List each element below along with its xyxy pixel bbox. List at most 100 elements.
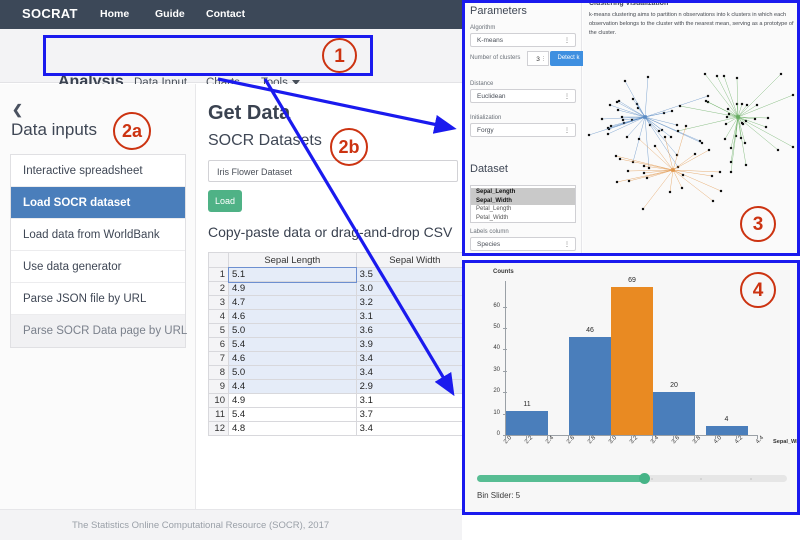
bin-slider[interactable] bbox=[477, 473, 787, 484]
nav-link-home[interactable]: Home bbox=[100, 8, 129, 20]
y-tick-label: 60 bbox=[493, 302, 500, 309]
labels-column-select[interactable]: Species ⋮ bbox=[470, 237, 576, 251]
load-button[interactable]: Load bbox=[208, 190, 242, 212]
chevron-left-icon[interactable]: ❮ bbox=[12, 102, 23, 118]
table-cell[interactable]: 4.8 bbox=[228, 421, 357, 436]
dataset-column-option-0[interactable]: Sepal_Length bbox=[471, 188, 575, 197]
sidebar-item-0[interactable]: Interactive spreadsheet bbox=[11, 155, 185, 187]
dataset-column-option-1[interactable]: Sepal_Width bbox=[471, 196, 575, 206]
visualization-description: k-means clustering aims to partition n o… bbox=[589, 12, 794, 36]
table-body: 1 5.1 3.5 2 4.9 3.0 3 4.7 3.2 4 4.6 3.1 5 5.0 3.6 6 5.4 3… bbox=[208, 266, 462, 436]
bar-value-label: 11 bbox=[523, 401, 531, 409]
table-cell[interactable]: 3.1 bbox=[355, 309, 462, 324]
table-cell[interactable]: 3.7 bbox=[355, 407, 462, 422]
table-cell[interactable]: 5.4 bbox=[228, 337, 357, 352]
row-number: 12 bbox=[208, 421, 229, 436]
y-tick bbox=[503, 349, 507, 351]
slider-tick bbox=[749, 477, 752, 480]
table-cell[interactable]: 3.9 bbox=[355, 337, 462, 352]
table-cell[interactable]: 4.6 bbox=[228, 351, 357, 366]
table-row[interactable]: 3 4.7 3.2 bbox=[208, 295, 462, 310]
sidebar-title: Data inputs bbox=[11, 120, 97, 139]
row-number: 4 bbox=[208, 309, 229, 324]
table-cell[interactable]: 3.4 bbox=[355, 365, 462, 380]
y-axis-title: Counts bbox=[493, 269, 514, 275]
sidebar-item-4[interactable]: Parse JSON file by URL bbox=[11, 283, 185, 315]
table-cell[interactable]: 3.0 bbox=[355, 281, 462, 296]
table-row[interactable]: 6 5.4 3.9 bbox=[208, 337, 462, 352]
dataset-title: Dataset bbox=[470, 163, 508, 175]
histogram-bar[interactable] bbox=[506, 411, 548, 435]
table-cell[interactable]: 4.9 bbox=[228, 281, 357, 296]
page-footer: The Statistics Online Computational Reso… bbox=[0, 509, 462, 540]
distance-select[interactable]: Euclidean ⋮ bbox=[470, 89, 576, 103]
row-number: 11 bbox=[208, 407, 229, 422]
detect-k-button[interactable]: Detect k bbox=[550, 51, 587, 66]
table-cell[interactable]: 4.4 bbox=[228, 379, 357, 394]
y-tick-label: 20 bbox=[493, 388, 500, 395]
bar-value-label: 4 bbox=[724, 416, 729, 424]
row-number: 2 bbox=[208, 281, 229, 296]
table-row[interactable]: 2 4.9 3.0 bbox=[208, 281, 462, 296]
table-cell[interactable]: 5.4 bbox=[228, 407, 357, 422]
table-row[interactable]: 5 5.0 3.6 bbox=[208, 323, 462, 338]
table-cell[interactable]: 4.7 bbox=[228, 295, 357, 310]
table-row[interactable]: 11 5.4 3.7 bbox=[208, 407, 462, 422]
table-cell[interactable]: 3.2 bbox=[355, 295, 462, 310]
nav-link-guide[interactable]: Guide bbox=[155, 8, 185, 20]
visualization-pane: Clustering Visualization k-means cluster… bbox=[583, 3, 797, 253]
table-cell[interactable]: 3.1 bbox=[355, 393, 462, 408]
table-row[interactable]: 12 4.8 3.4 bbox=[208, 421, 462, 436]
clustering-panel: Parameters Algorithm K-means ⋮ Number of … bbox=[462, 0, 800, 256]
sidebar-item-list: Interactive spreadsheet Load SOCR dataset… bbox=[10, 154, 187, 348]
clusters-stepper[interactable]: 3 ⋮ bbox=[527, 51, 549, 66]
dataset-column-list[interactable]: Sepal_Length Sepal_Width Petal_Length Petal… bbox=[470, 185, 576, 223]
algorithm-select[interactable]: K-means ⋮ bbox=[470, 33, 576, 47]
dataset-column-option-3[interactable]: Petal_Width bbox=[471, 214, 575, 223]
select-arrow-icon: ⋮ bbox=[564, 38, 570, 44]
brand-logo[interactable]: SOCRAT bbox=[22, 6, 78, 21]
table-cell[interactable]: 5.0 bbox=[228, 323, 357, 338]
table-row[interactable]: 7 4.6 3.4 bbox=[208, 351, 462, 366]
parameters-panel: Parameters Algorithm K-means ⋮ Number of … bbox=[465, 3, 587, 253]
histogram-plot-area: Sepal_Width 01020304050602.02.22.42.62.8… bbox=[493, 277, 797, 445]
dataset-select[interactable]: Iris Flower Dataset bbox=[208, 160, 458, 182]
table-header-row: Sepal Length Sepal Width bbox=[208, 252, 462, 268]
sidebar-item-1[interactable]: Load SOCR dataset bbox=[11, 187, 185, 219]
table-cell[interactable]: 3.5 bbox=[355, 267, 462, 282]
table-cell[interactable]: 3.4 bbox=[355, 351, 462, 366]
table-cell[interactable]: 3.4 bbox=[355, 421, 462, 436]
table-row[interactable]: 9 4.4 2.9 bbox=[208, 379, 462, 394]
socrat-app: SOCRAT Home Guide Contact Analysis Data … bbox=[0, 0, 462, 540]
dataset-column-option-2[interactable]: Petal_Length bbox=[471, 205, 575, 214]
histogram-panel: Counts Sepal_Width 01020304050602.02.22.… bbox=[462, 260, 800, 515]
table-cell[interactable]: 3.6 bbox=[355, 323, 462, 338]
initialization-select[interactable]: Forgy ⋮ bbox=[470, 123, 576, 137]
sidebar-item-5[interactable]: Parse SOCR Data page by URL bbox=[11, 315, 187, 347]
top-navbar: SOCRAT Home Guide Contact bbox=[0, 0, 462, 29]
histogram-bar[interactable] bbox=[611, 287, 653, 435]
sidebar-item-2[interactable]: Load data from WorldBank bbox=[11, 219, 185, 251]
y-tick-label: 0 bbox=[496, 431, 500, 437]
bin-slider-knob[interactable] bbox=[639, 473, 650, 484]
initialization-label: Initialization bbox=[470, 115, 502, 121]
y-tick-label: 50 bbox=[493, 324, 500, 331]
table-cell[interactable]: 5.0 bbox=[228, 365, 357, 380]
bin-slider-label: Bin Slider: 5 bbox=[477, 491, 521, 500]
histogram-bar[interactable] bbox=[705, 426, 748, 435]
table-row[interactable]: 10 4.9 3.1 bbox=[208, 393, 462, 408]
histogram-bar[interactable] bbox=[569, 336, 611, 435]
table-cell[interactable]: 4.6 bbox=[228, 309, 357, 324]
select-arrow-icon: ⋮ bbox=[564, 128, 570, 134]
kmeans-scatter-plot bbox=[587, 72, 795, 211]
table-cell[interactable]: 4.9 bbox=[228, 393, 357, 408]
table-row[interactable]: 8 5.0 3.4 bbox=[208, 365, 462, 380]
table-row[interactable]: 1 5.1 3.5 bbox=[208, 266, 462, 283]
data-table[interactable]: Sepal Length Sepal Width 1 5.1 3.5 2 4.9 3.0 3 4… bbox=[208, 252, 462, 436]
histogram-bar[interactable] bbox=[653, 392, 695, 435]
table-cell[interactable]: 5.1 bbox=[227, 266, 358, 283]
nav-link-contact[interactable]: Contact bbox=[206, 8, 245, 20]
table-cell[interactable]: 2.9 bbox=[355, 379, 462, 394]
sidebar-item-3[interactable]: Use data generator bbox=[11, 251, 185, 283]
table-row[interactable]: 4 4.6 3.1 bbox=[208, 309, 462, 324]
